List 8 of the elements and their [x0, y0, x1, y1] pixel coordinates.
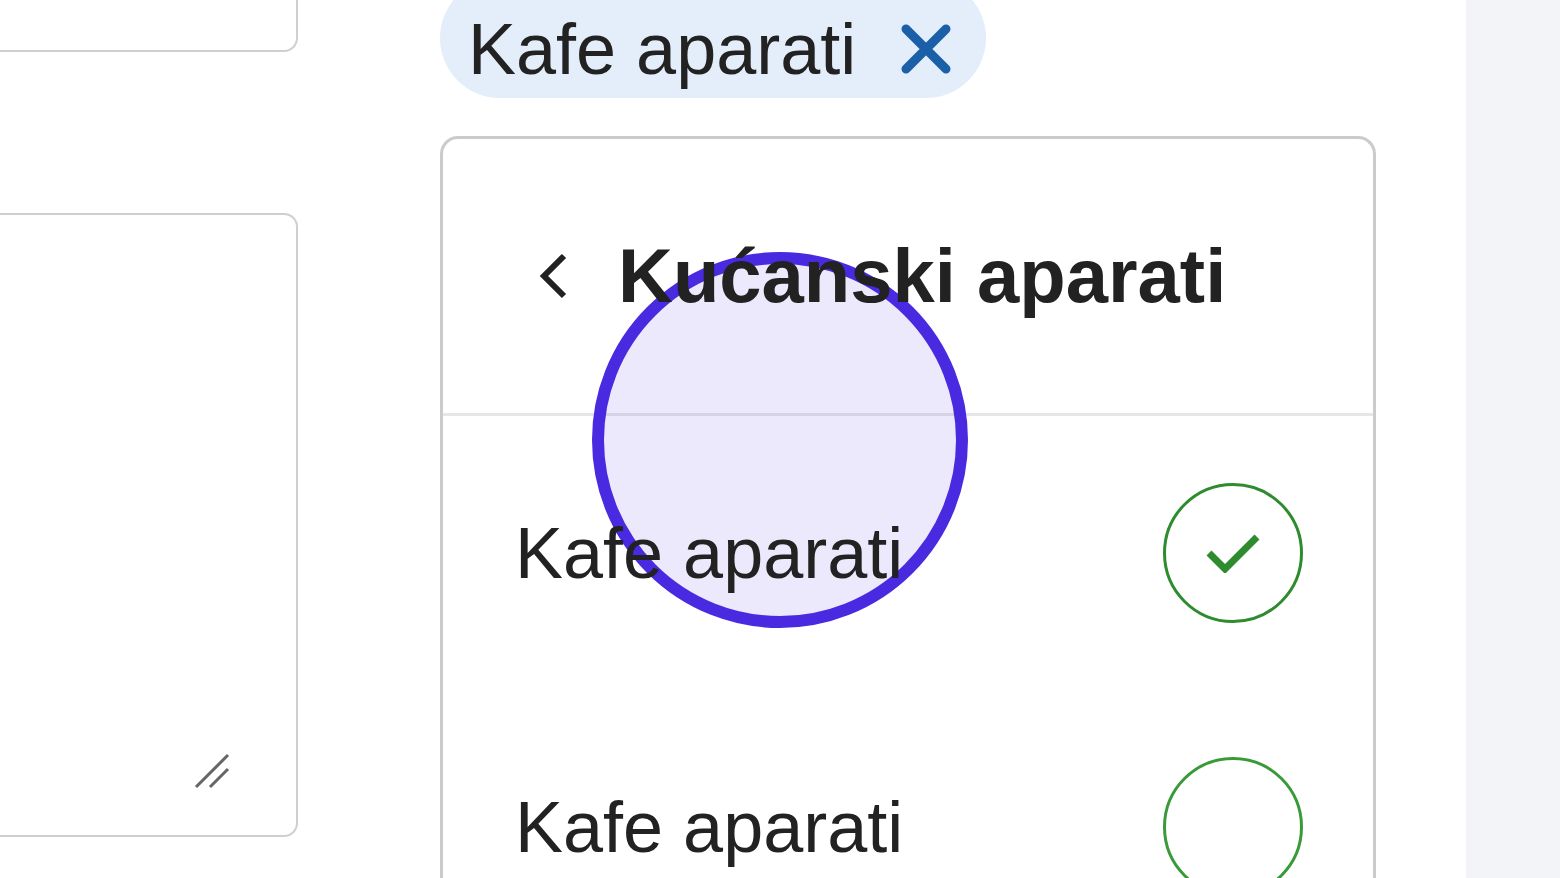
option-item[interactable]: Kafe aparati: [443, 690, 1373, 878]
option-radio[interactable]: [1163, 757, 1303, 878]
back-icon[interactable]: [538, 252, 568, 300]
close-icon[interactable]: [900, 23, 953, 75]
option-radio[interactable]: [1163, 483, 1303, 623]
resize-handle-icon[interactable]: [194, 753, 230, 789]
text-field[interactable]: [0, 0, 298, 52]
check-icon: [1205, 533, 1261, 573]
